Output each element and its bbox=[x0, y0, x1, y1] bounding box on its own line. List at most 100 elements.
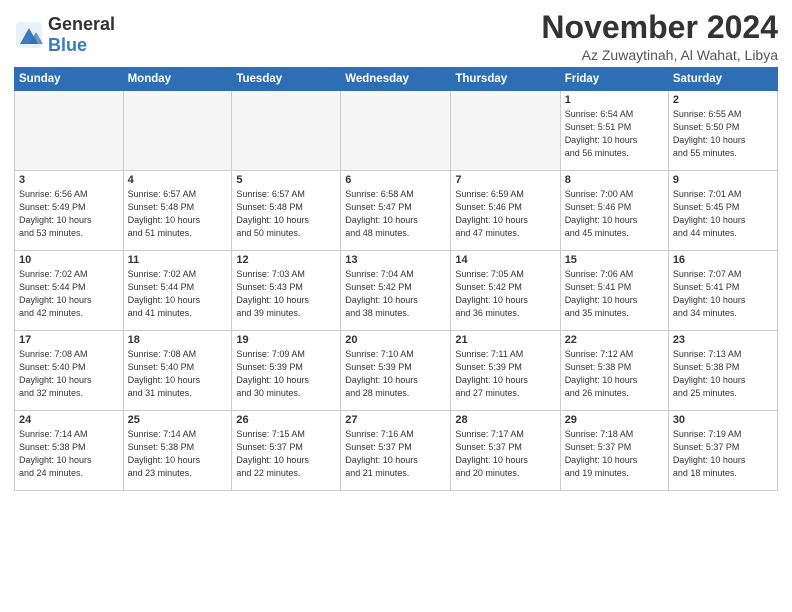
calendar-cell: 16 Sunrise: 7:07 AM Sunset: 5:41 PM Dayli… bbox=[668, 251, 777, 331]
calendar-cell: 11 Sunrise: 7:02 AM Sunset: 5:44 PM Dayli… bbox=[123, 251, 232, 331]
day-number: 2 bbox=[673, 94, 773, 106]
header-saturday: Saturday bbox=[668, 68, 777, 91]
header-sunday: Sunday bbox=[15, 68, 124, 91]
calendar-cell: 27 Sunrise: 7:16 AM Sunset: 5:37 PM Dayli… bbox=[341, 411, 451, 491]
calendar-cell: 23 Sunrise: 7:13 AM Sunset: 5:38 PM Dayli… bbox=[668, 331, 777, 411]
calendar-cell bbox=[451, 91, 560, 171]
day-info: Sunrise: 7:12 AM Sunset: 5:38 PM Dayligh… bbox=[565, 348, 664, 400]
day-info: Sunrise: 7:01 AM Sunset: 5:45 PM Dayligh… bbox=[673, 188, 773, 240]
day-info: Sunrise: 6:57 AM Sunset: 5:48 PM Dayligh… bbox=[128, 188, 228, 240]
day-info: Sunrise: 6:54 AM Sunset: 5:51 PM Dayligh… bbox=[565, 108, 664, 160]
calendar-cell: 20 Sunrise: 7:10 AM Sunset: 5:39 PM Dayli… bbox=[341, 331, 451, 411]
calendar-cell: 29 Sunrise: 7:18 AM Sunset: 5:37 PM Dayli… bbox=[560, 411, 668, 491]
day-info: Sunrise: 7:05 AM Sunset: 5:42 PM Dayligh… bbox=[455, 268, 555, 320]
day-number: 21 bbox=[455, 334, 555, 346]
day-number: 27 bbox=[345, 414, 446, 426]
header-tuesday: Tuesday bbox=[232, 68, 341, 91]
day-number: 26 bbox=[236, 414, 336, 426]
calendar-cell: 22 Sunrise: 7:12 AM Sunset: 5:38 PM Dayli… bbox=[560, 331, 668, 411]
day-info: Sunrise: 7:19 AM Sunset: 5:37 PM Dayligh… bbox=[673, 428, 773, 480]
day-info: Sunrise: 7:14 AM Sunset: 5:38 PM Dayligh… bbox=[128, 428, 228, 480]
logo-general: General bbox=[48, 14, 115, 34]
calendar-cell: 28Sunrise: 7:17 AM Sunset: 5:37 PM Dayli… bbox=[451, 411, 560, 491]
calendar-cell: 8 Sunrise: 7:00 AM Sunset: 5:46 PM Daylig… bbox=[560, 171, 668, 251]
day-number: 17 bbox=[19, 334, 119, 346]
calendar-cell: 1 Sunrise: 6:54 AM Sunset: 5:51 PM Daylig… bbox=[560, 91, 668, 171]
day-info: Sunrise: 7:14 AM Sunset: 5:38 PM Dayligh… bbox=[19, 428, 119, 480]
calendar-cell: 2Sunrise: 6:55 AM Sunset: 5:50 PM Daylig… bbox=[668, 91, 777, 171]
header-monday: Monday bbox=[123, 68, 232, 91]
week-row-3: 17 Sunrise: 7:08 AM Sunset: 5:40 PM Dayli… bbox=[15, 331, 778, 411]
day-number: 3 bbox=[19, 174, 119, 186]
day-number: 25 bbox=[128, 414, 228, 426]
day-number: 18 bbox=[128, 334, 228, 346]
day-number: 19 bbox=[236, 334, 336, 346]
logo-blue: Blue bbox=[48, 35, 87, 55]
header-friday: Friday bbox=[560, 68, 668, 91]
day-number: 30 bbox=[673, 414, 773, 426]
day-info: Sunrise: 7:15 AM Sunset: 5:37 PM Dayligh… bbox=[236, 428, 336, 480]
header-thursday: Thursday bbox=[451, 68, 560, 91]
header: General Blue November 2024 Az Zuwaytinah… bbox=[14, 10, 778, 63]
day-number: 24 bbox=[19, 414, 119, 426]
day-info: Sunrise: 7:07 AM Sunset: 5:41 PM Dayligh… bbox=[673, 268, 773, 320]
day-info: Sunrise: 7:10 AM Sunset: 5:39 PM Dayligh… bbox=[345, 348, 446, 400]
calendar-cell: 26 Sunrise: 7:15 AM Sunset: 5:37 PM Dayli… bbox=[232, 411, 341, 491]
calendar-cell: 4Sunrise: 6:57 AM Sunset: 5:48 PM Daylig… bbox=[123, 171, 232, 251]
day-number: 1 bbox=[565, 94, 664, 106]
day-number: 5 bbox=[236, 174, 336, 186]
day-info: Sunrise: 7:00 AM Sunset: 5:46 PM Dayligh… bbox=[565, 188, 664, 240]
calendar-cell: 25 Sunrise: 7:14 AM Sunset: 5:38 PM Dayli… bbox=[123, 411, 232, 491]
day-info: Sunrise: 7:02 AM Sunset: 5:44 PM Dayligh… bbox=[128, 268, 228, 320]
week-row-2: 10 Sunrise: 7:02 AM Sunset: 5:44 PM Dayli… bbox=[15, 251, 778, 331]
calendar-cell: 30 Sunrise: 7:19 AM Sunset: 5:37 PM Dayli… bbox=[668, 411, 777, 491]
day-number: 9 bbox=[673, 174, 773, 186]
title-block: November 2024 Az Zuwaytinah, Al Wahat, L… bbox=[541, 10, 778, 63]
day-number: 12 bbox=[236, 254, 336, 266]
day-info: Sunrise: 6:59 AM Sunset: 5:46 PM Dayligh… bbox=[455, 188, 555, 240]
day-number: 16 bbox=[673, 254, 773, 266]
day-info: Sunrise: 7:08 AM Sunset: 5:40 PM Dayligh… bbox=[128, 348, 228, 400]
day-number: 11 bbox=[128, 254, 228, 266]
calendar-cell: 12Sunrise: 7:03 AM Sunset: 5:43 PM Dayli… bbox=[232, 251, 341, 331]
day-info: Sunrise: 6:57 AM Sunset: 5:48 PM Dayligh… bbox=[236, 188, 336, 240]
logo-icon bbox=[14, 20, 44, 50]
calendar-cell: 18 Sunrise: 7:08 AM Sunset: 5:40 PM Dayli… bbox=[123, 331, 232, 411]
calendar-cell: 10 Sunrise: 7:02 AM Sunset: 5:44 PM Dayli… bbox=[15, 251, 124, 331]
calendar-cell: 15Sunrise: 7:06 AM Sunset: 5:41 PM Dayli… bbox=[560, 251, 668, 331]
day-info: Sunrise: 7:09 AM Sunset: 5:39 PM Dayligh… bbox=[236, 348, 336, 400]
day-number: 20 bbox=[345, 334, 446, 346]
page-container: General Blue November 2024 Az Zuwaytinah… bbox=[0, 0, 792, 497]
calendar-cell bbox=[232, 91, 341, 171]
day-number: 13 bbox=[345, 254, 446, 266]
day-info: Sunrise: 6:58 AM Sunset: 5:47 PM Dayligh… bbox=[345, 188, 446, 240]
day-number: 10 bbox=[19, 254, 119, 266]
calendar-cell: 17Sunrise: 7:08 AM Sunset: 5:40 PM Dayli… bbox=[15, 331, 124, 411]
day-info: Sunrise: 7:18 AM Sunset: 5:37 PM Dayligh… bbox=[565, 428, 664, 480]
calendar-cell: 3 Sunrise: 6:56 AM Sunset: 5:49 PM Daylig… bbox=[15, 171, 124, 251]
day-number: 14 bbox=[455, 254, 555, 266]
header-wednesday: Wednesday bbox=[341, 68, 451, 91]
logo: General Blue bbox=[14, 14, 115, 56]
calendar-table: Sunday Monday Tuesday Wednesday Thursday… bbox=[14, 67, 778, 491]
day-info: Sunrise: 7:04 AM Sunset: 5:42 PM Dayligh… bbox=[345, 268, 446, 320]
day-info: Sunrise: 6:56 AM Sunset: 5:49 PM Dayligh… bbox=[19, 188, 119, 240]
day-info: Sunrise: 7:02 AM Sunset: 5:44 PM Dayligh… bbox=[19, 268, 119, 320]
week-row-4: 24 Sunrise: 7:14 AM Sunset: 5:38 PM Dayli… bbox=[15, 411, 778, 491]
day-info: Sunrise: 7:11 AM Sunset: 5:39 PM Dayligh… bbox=[455, 348, 555, 400]
calendar-cell: 19 Sunrise: 7:09 AM Sunset: 5:39 PM Dayli… bbox=[232, 331, 341, 411]
week-row-0: 1 Sunrise: 6:54 AM Sunset: 5:51 PM Daylig… bbox=[15, 91, 778, 171]
calendar-cell bbox=[15, 91, 124, 171]
day-number: 6 bbox=[345, 174, 446, 186]
calendar-cell: 9 Sunrise: 7:01 AM Sunset: 5:45 PM Daylig… bbox=[668, 171, 777, 251]
day-number: 22 bbox=[565, 334, 664, 346]
day-number: 8 bbox=[565, 174, 664, 186]
day-info: Sunrise: 7:16 AM Sunset: 5:37 PM Dayligh… bbox=[345, 428, 446, 480]
calendar-cell: 14 Sunrise: 7:05 AM Sunset: 5:42 PM Dayli… bbox=[451, 251, 560, 331]
day-info: Sunrise: 7:13 AM Sunset: 5:38 PM Dayligh… bbox=[673, 348, 773, 400]
day-number: 15 bbox=[565, 254, 664, 266]
weekday-header-row: Sunday Monday Tuesday Wednesday Thursday… bbox=[15, 68, 778, 91]
day-number: 29 bbox=[565, 414, 664, 426]
calendar-cell: 7Sunrise: 6:59 AM Sunset: 5:46 PM Daylig… bbox=[451, 171, 560, 251]
day-number: 23 bbox=[673, 334, 773, 346]
